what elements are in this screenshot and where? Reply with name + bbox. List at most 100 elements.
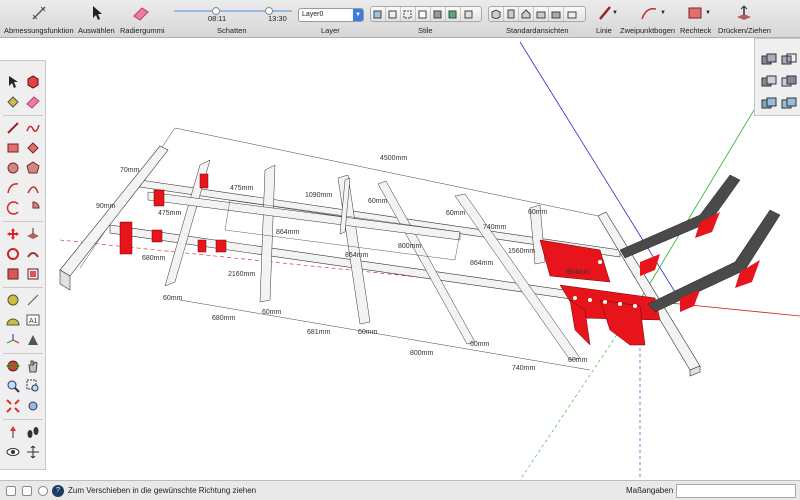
user-icon[interactable] xyxy=(38,486,48,496)
shaded-style-icon[interactable] xyxy=(431,7,446,21)
orbit-icon[interactable] xyxy=(4,357,22,375)
red-bracket-6[interactable] xyxy=(197,239,207,253)
freehand-icon[interactable] xyxy=(24,119,42,137)
cross-member-3[interactable] xyxy=(337,174,371,325)
dim-label: 740mm xyxy=(512,365,536,372)
layer-dropdown[interactable]: Layer0 ▼ xyxy=(298,8,364,22)
rectangle-tool-icon[interactable] xyxy=(686,4,704,22)
walk-icon[interactable] xyxy=(24,423,42,441)
pencil-line-icon[interactable] xyxy=(4,119,22,137)
monochrome-style-icon[interactable] xyxy=(461,7,476,21)
dim-label: 70mm xyxy=(120,167,140,174)
red-bracket-3[interactable] xyxy=(153,189,165,207)
styles-label: Stile xyxy=(418,26,433,35)
previous-view-icon[interactable] xyxy=(24,397,42,415)
rectangle-tool-chevron-icon[interactable]: ▼ xyxy=(705,10,711,16)
front-view-icon[interactable] xyxy=(519,7,534,21)
dim-label: 60mm xyxy=(470,341,490,348)
left-view-icon[interactable] xyxy=(564,7,579,21)
select-tool-label: Auswählen xyxy=(78,26,115,35)
shaded-textures-style-icon[interactable] xyxy=(446,7,461,21)
circle-icon[interactable] xyxy=(4,159,22,177)
credits-icon[interactable] xyxy=(22,486,32,496)
xray-style-icon[interactable] xyxy=(371,7,386,21)
section-plane-icon[interactable] xyxy=(24,443,42,461)
arc-tool-icon[interactable] xyxy=(640,4,658,22)
iso-view-icon[interactable] xyxy=(489,7,504,21)
model-viewport[interactable]: 1090mm 864mm 864mm 864mm 864mm 800mm 800… xyxy=(46,38,800,481)
arc-icon[interactable] xyxy=(4,179,22,197)
axes-icon[interactable] xyxy=(4,331,22,349)
zoom-window-icon[interactable] xyxy=(24,377,42,395)
red-hitch-gusset[interactable] xyxy=(599,299,646,346)
dim-label: 4500mm xyxy=(380,155,407,162)
make-component-icon[interactable] xyxy=(24,73,42,91)
text-icon[interactable]: A1 xyxy=(24,311,42,329)
middle-rail[interactable] xyxy=(147,191,461,241)
zoom-extents-icon[interactable] xyxy=(4,397,22,415)
right-view-icon[interactable] xyxy=(534,7,549,21)
three-point-arc-icon[interactable] xyxy=(4,199,22,217)
rectangle-icon[interactable] xyxy=(4,139,22,157)
solid-union-icon[interactable] xyxy=(760,51,778,69)
drawbar-arm-back[interactable] xyxy=(619,174,741,259)
look-around-icon[interactable] xyxy=(4,443,22,461)
pan-hand-icon[interactable] xyxy=(24,357,42,375)
dim-label: 60mm xyxy=(163,295,183,302)
rotate-icon[interactable] xyxy=(4,245,22,263)
back-view-icon[interactable] xyxy=(549,7,564,21)
rotated-rectangle-icon[interactable] xyxy=(24,139,42,157)
dim-label: 864mm xyxy=(470,260,494,267)
hidden-line-style-icon[interactable] xyxy=(416,7,431,21)
red-bracket-4[interactable] xyxy=(199,173,209,189)
offset-icon[interactable] xyxy=(24,265,42,283)
dimension-tool-icon[interactable] xyxy=(30,4,48,22)
line-tool-label: Linie xyxy=(596,26,612,35)
follow-me-icon[interactable] xyxy=(24,245,42,263)
cross-member-2[interactable] xyxy=(259,164,276,303)
eraser-icon[interactable] xyxy=(24,93,42,111)
model-canvas[interactable]: 1090mm 864mm 864mm 864mm 864mm 800mm 800… xyxy=(46,38,800,481)
pushpull-tool-icon[interactable] xyxy=(735,4,753,22)
paint-bucket-icon[interactable] xyxy=(4,93,22,111)
front-dimension-line xyxy=(179,299,591,371)
position-camera-icon[interactable] xyxy=(4,423,22,441)
push-pull-icon[interactable] xyxy=(24,225,42,243)
wireframe-style-icon[interactable] xyxy=(401,7,416,21)
pie-icon[interactable] xyxy=(24,199,42,217)
tape-measure-icon[interactable] xyxy=(4,291,22,309)
two-point-arc-icon[interactable] xyxy=(24,179,42,197)
back-edges-style-icon[interactable] xyxy=(386,7,401,21)
styles-segment xyxy=(370,6,482,22)
help-icon[interactable]: ? xyxy=(52,485,64,497)
red-bracket-2[interactable] xyxy=(151,229,163,243)
arc-tool-chevron-icon[interactable]: ▼ xyxy=(660,10,666,16)
protractor-icon[interactable] xyxy=(4,311,22,329)
solid-intersect-icon[interactable] xyxy=(760,73,778,91)
polygon-icon[interactable] xyxy=(24,159,42,177)
solid-split-icon[interactable] xyxy=(760,95,778,113)
select-arrow-icon[interactable] xyxy=(4,73,22,91)
solid-trim-icon[interactable] xyxy=(780,73,798,91)
eraser-tool-icon[interactable] xyxy=(132,4,150,22)
cross-member-4[interactable] xyxy=(377,180,476,345)
3d-text-icon[interactable] xyxy=(24,331,42,349)
shadow-time-slider[interactable] xyxy=(236,10,292,12)
scale-icon[interactable] xyxy=(4,265,22,283)
right-tool-palette xyxy=(754,38,800,116)
red-bracket-5[interactable] xyxy=(215,239,227,253)
drawbar-red-plate-3[interactable] xyxy=(640,254,660,276)
hole xyxy=(573,296,577,300)
solid-outer-shell-icon[interactable] xyxy=(780,95,798,113)
zoom-icon[interactable] xyxy=(4,377,22,395)
top-view-icon[interactable] xyxy=(504,7,519,21)
measurements-input[interactable] xyxy=(676,484,796,498)
red-bracket-1[interactable] xyxy=(119,221,133,255)
solid-subtract-icon[interactable] xyxy=(780,51,798,69)
geolocation-icon[interactable] xyxy=(6,486,16,496)
line-tool-chevron-icon[interactable]: ▼ xyxy=(612,10,618,16)
dimension-icon[interactable] xyxy=(24,291,42,309)
select-tool-icon[interactable] xyxy=(88,4,106,22)
move-icon[interactable] xyxy=(4,225,22,243)
standard-views-label: Standardansichten xyxy=(506,26,569,35)
